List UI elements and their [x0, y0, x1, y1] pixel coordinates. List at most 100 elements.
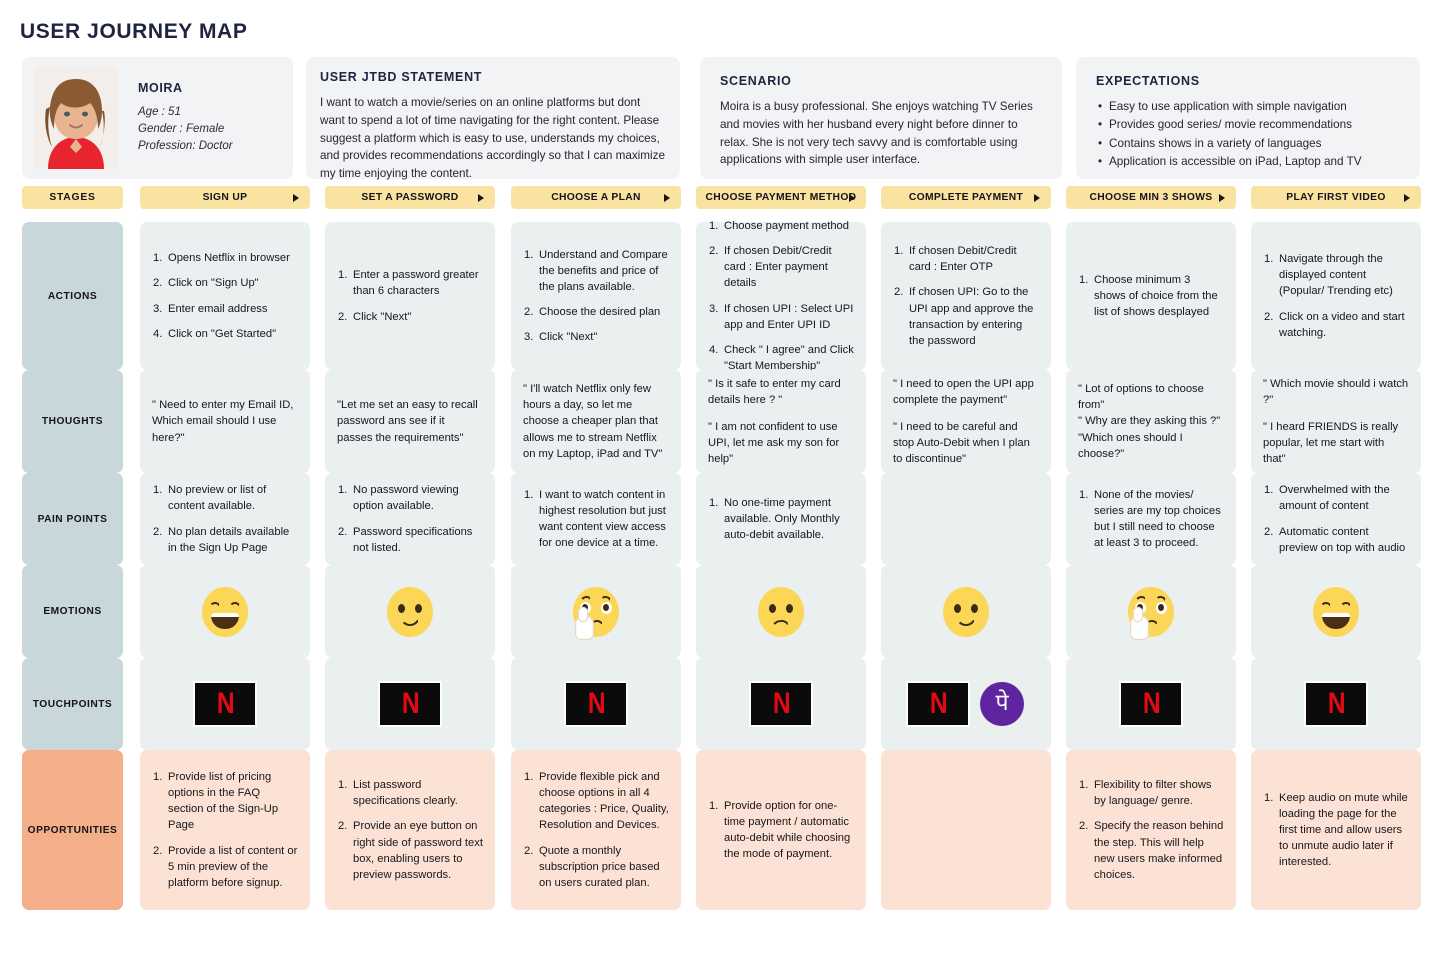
- emotions-cell: [511, 565, 681, 658]
- persona-name: MOIRA: [138, 81, 183, 96]
- face-eye-right: [1156, 601, 1167, 614]
- thought-quote: " Why are they asking this ?": [1078, 415, 1221, 428]
- opportunities-item: Keep audio on mute while loading the pag…: [1264, 790, 1408, 869]
- thoughts-quotes: " I need to open the UPI app complete th…: [881, 367, 1051, 477]
- actions-cell: Opens Netflix in browser Click on "Sign U…: [140, 222, 310, 370]
- chevron-right-icon: [478, 193, 484, 202]
- stage-button-7[interactable]: PLAY FIRST VIDEO: [1251, 186, 1421, 209]
- pain-points-cell: None of the movies/ series are my top ch…: [1066, 473, 1236, 565]
- opportunities-cell: Provide list of pricing options in the F…: [140, 750, 310, 910]
- stage-label: SET A PASSWORD: [361, 192, 459, 203]
- thoughts-quotes: " Is it safe to enter my card details he…: [696, 367, 866, 477]
- actions-item: Click "Next": [338, 309, 412, 325]
- thought-quote: " Is it safe to enter my card details he…: [708, 377, 841, 406]
- thoughts-quotes: " Lot of options to choose from" " Why ar…: [1066, 372, 1236, 471]
- laughing-face-icon: [1313, 586, 1359, 637]
- smiling-face-icon: [943, 586, 989, 637]
- netflix-logo-icon: N: [380, 683, 440, 725]
- stage-label: PLAY FIRST VIDEO: [1286, 192, 1386, 203]
- phonepe-logo-icon: पे: [980, 682, 1024, 726]
- face-hand: [575, 607, 594, 640]
- chevron-right-icon: [849, 193, 855, 202]
- emotions-row-label: EMOTIONS: [22, 565, 123, 658]
- opportunities-item: Provide option for one-time payment / au…: [709, 798, 851, 861]
- chevron-right-icon: [1034, 193, 1040, 202]
- actions-item: Understand and Compare the benefits and …: [524, 247, 668, 293]
- pain_points-list: No one-time payment available. Only Mont…: [696, 486, 866, 552]
- actions-cell: If chosen Debit/Credit card : Enter OTP I…: [881, 222, 1051, 370]
- thought-quote: " I need to be careful and stop Auto-Deb…: [893, 420, 1030, 466]
- thoughts-cell: "Let me set an easy to recall password a…: [325, 370, 495, 473]
- expectations-heading: EXPECTATIONS: [1096, 74, 1200, 88]
- chevron-right-icon: [664, 193, 670, 202]
- face-head: [202, 586, 248, 637]
- emotions-cell: [881, 565, 1051, 658]
- actions-list: Choose payment method If chosen Debit/Cre…: [696, 209, 866, 382]
- touchpoints-row-label: TOUCHPOINTS: [22, 658, 123, 750]
- pain_points-item: I want to watch content in highest resol…: [524, 487, 666, 550]
- touchpoints-cell: N पे: [881, 658, 1051, 750]
- touchpoints-cell: N: [511, 658, 681, 750]
- opportunities-item: Specify the reason behind the step. This…: [1079, 818, 1224, 881]
- thoughts-quotes: " I'll watch Netflix only few hours a da…: [511, 372, 681, 471]
- actions-item: If chosen UPI: Go to the UPI app and app…: [894, 284, 1034, 347]
- expectations-item: Provides good series/ movie recommendati…: [1096, 116, 1400, 135]
- face-head: [943, 586, 989, 637]
- expectations-item: Contains shows in a variety of languages: [1096, 135, 1400, 154]
- opportunities-item: Provide flexible pick and choose options…: [524, 769, 669, 832]
- stage-label: CHOOSE PAYMENT METHOD: [705, 192, 857, 203]
- smiling-face-icon: [387, 586, 433, 637]
- pain-points-cell: No preview or list of content available.…: [140, 473, 310, 565]
- netflix-logo-letter: N: [1327, 687, 1346, 720]
- face-pupil-right: [1158, 603, 1164, 611]
- face-eye-right: [415, 603, 422, 613]
- scenario-card: SCENARIO Moira is a busy professional. S…: [700, 57, 1062, 179]
- actions-row: ACTIONS Opens Netflix in browser Click on …: [0, 218, 1440, 372]
- stage-button-1[interactable]: SIGN UP: [140, 186, 310, 209]
- stage-button-3[interactable]: CHOOSE A PLAN: [511, 186, 681, 209]
- stage-button-4[interactable]: CHOOSE PAYMENT METHOD: [696, 186, 866, 209]
- persona-card: MOIRA Age : 51 Gender : Female Professio…: [22, 57, 293, 179]
- touchpoints-row-label-text: TOUCHPOINTS: [32, 698, 113, 710]
- opportunities-item: List password specifications clearly.: [338, 777, 458, 808]
- opportunities-cell: [881, 750, 1051, 910]
- thoughts-cell: " I need to open the UPI app complete th…: [881, 370, 1051, 473]
- thought-quote: " I'll watch Netflix only few hours a da…: [523, 383, 663, 460]
- expectations-item: Easy to use application with simple navi…: [1096, 98, 1400, 117]
- face-eye-left: [398, 603, 405, 613]
- actions-list: Understand and Compare the benefits and …: [511, 238, 681, 354]
- actions-cell: Choose minimum 3 shows of choice from th…: [1066, 222, 1236, 370]
- stage-button-6[interactable]: CHOOSE MIN 3 SHOWS: [1066, 186, 1236, 209]
- actions-list: Enter a password greater than 6 characte…: [325, 258, 495, 333]
- touchpoints-cell: N: [140, 658, 310, 750]
- thought-quote: " Need to enter my Email ID, Which email…: [152, 399, 294, 444]
- thought-quote: " Which movie should i watch ?": [1263, 377, 1409, 406]
- actions-list: Opens Netflix in browser Click on "Sign U…: [140, 241, 310, 350]
- opportunities-row: OPPORTUNITIES Provide list of pricing opt…: [0, 750, 1440, 910]
- confused-face-icon: [758, 586, 804, 637]
- thoughts-cell: " Lot of options to choose from" " Why ar…: [1066, 370, 1236, 473]
- face-pupil-right: [603, 603, 609, 611]
- actions-row-label: ACTIONS: [22, 222, 123, 370]
- actions-row-label-text: ACTIONS: [47, 290, 98, 302]
- page-title: USER JOURNEY MAP: [20, 20, 248, 43]
- netflix-logo-icon: N: [1121, 683, 1181, 725]
- thinking-face-icon: [1128, 586, 1174, 640]
- actions-item: Click on "Get Started": [153, 326, 277, 342]
- face-head: [1313, 586, 1359, 637]
- thought-quote: "Let me set an easy to recall password a…: [337, 399, 478, 444]
- stages-row-label: STAGES: [22, 186, 123, 209]
- expectations-item: Application is accessible on iPad, Lapto…: [1096, 153, 1400, 172]
- thoughts-cell: " Which movie should i watch ?" " I heard…: [1251, 370, 1421, 473]
- emotions-row-label-text: EMOTIONS: [43, 606, 102, 617]
- stage-button-5[interactable]: COMPLETE PAYMENT: [881, 186, 1051, 209]
- stage-button-2[interactable]: SET A PASSWORD: [325, 186, 495, 209]
- netflix-logo-icon: N: [751, 683, 811, 725]
- pain_points-item: Overwhelmed with the amount of content: [1264, 482, 1390, 513]
- pain-points-cell: I want to watch content in highest resol…: [511, 473, 681, 565]
- actions-item: If chosen UPI : Select UPI app and Enter…: [709, 301, 854, 331]
- actions-cell: Enter a password greater than 6 characte…: [325, 222, 495, 370]
- actions-list: Navigate through the displayed content (…: [1251, 242, 1421, 349]
- netflix-logo-icon: N: [566, 683, 626, 725]
- actions-item: Choose payment method: [709, 218, 850, 234]
